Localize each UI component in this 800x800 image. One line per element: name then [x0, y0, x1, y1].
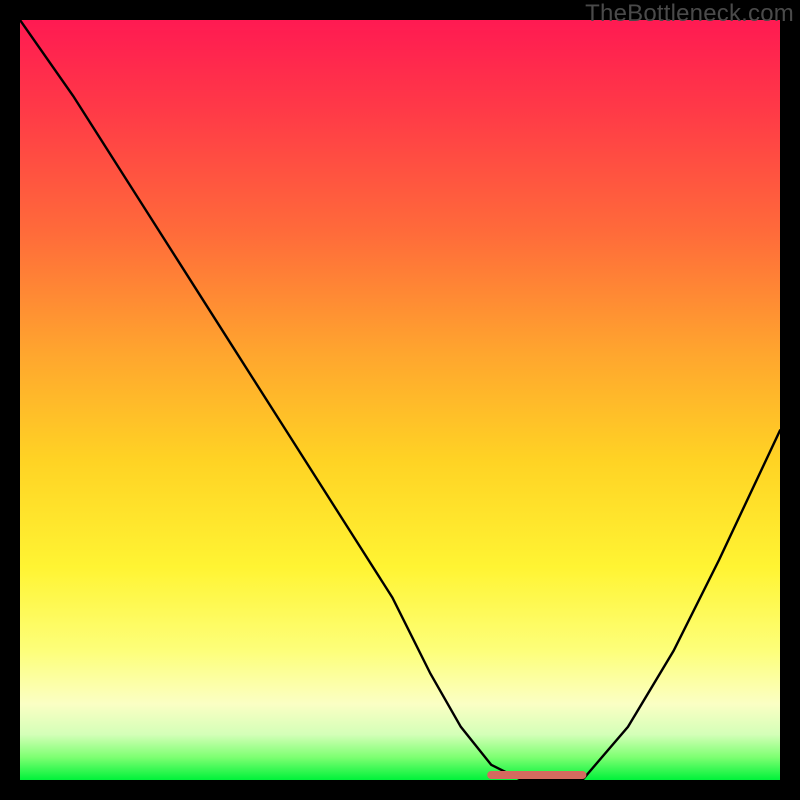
chart-background-gradient [20, 20, 780, 780]
chart-frame [20, 20, 780, 780]
